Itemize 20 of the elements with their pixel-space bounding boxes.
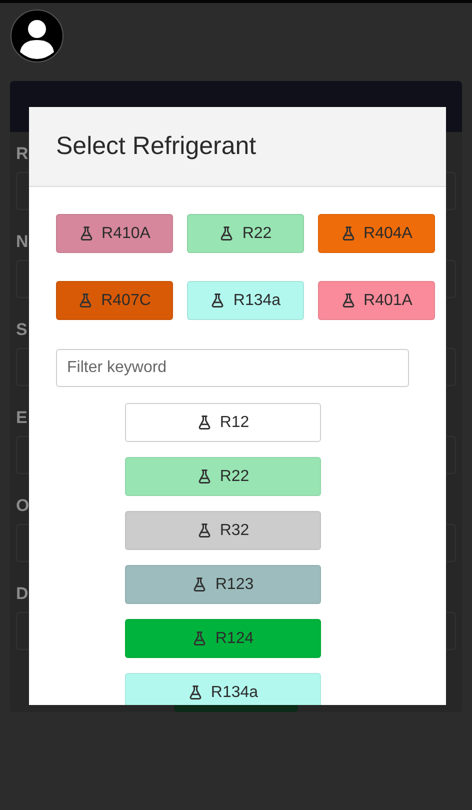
- refrigerant-button[interactable]: R407C: [56, 281, 173, 320]
- field-label: D: [16, 584, 28, 604]
- refrigerant-button[interactable]: R32: [125, 511, 321, 550]
- refrigerant-button[interactable]: R134a: [187, 281, 304, 320]
- refrigerant-button[interactable]: R22: [125, 457, 321, 496]
- refrigerant-button[interactable]: R404A: [318, 214, 435, 253]
- field-label: N: [16, 232, 28, 252]
- refrigerant-button[interactable]: R12: [125, 403, 321, 442]
- refrigerant-button[interactable]: R22: [187, 214, 304, 253]
- refrigerant-button[interactable]: R401A: [318, 281, 435, 320]
- filter-field[interactable]: Filter keyword: [56, 349, 409, 387]
- refrigerant-button[interactable]: R134a: [125, 673, 321, 705]
- field-label: R: [16, 144, 28, 164]
- dialog-title: Select Refrigerant: [56, 132, 256, 161]
- field-label: S: [16, 320, 28, 340]
- refrigerant-button[interactable]: R410A: [56, 214, 173, 253]
- field-label: O: [16, 496, 30, 516]
- refrigerant-button[interactable]: R123: [125, 565, 321, 604]
- refrigerant-button[interactable]: R124: [125, 619, 321, 658]
- field-label: E: [16, 408, 28, 428]
